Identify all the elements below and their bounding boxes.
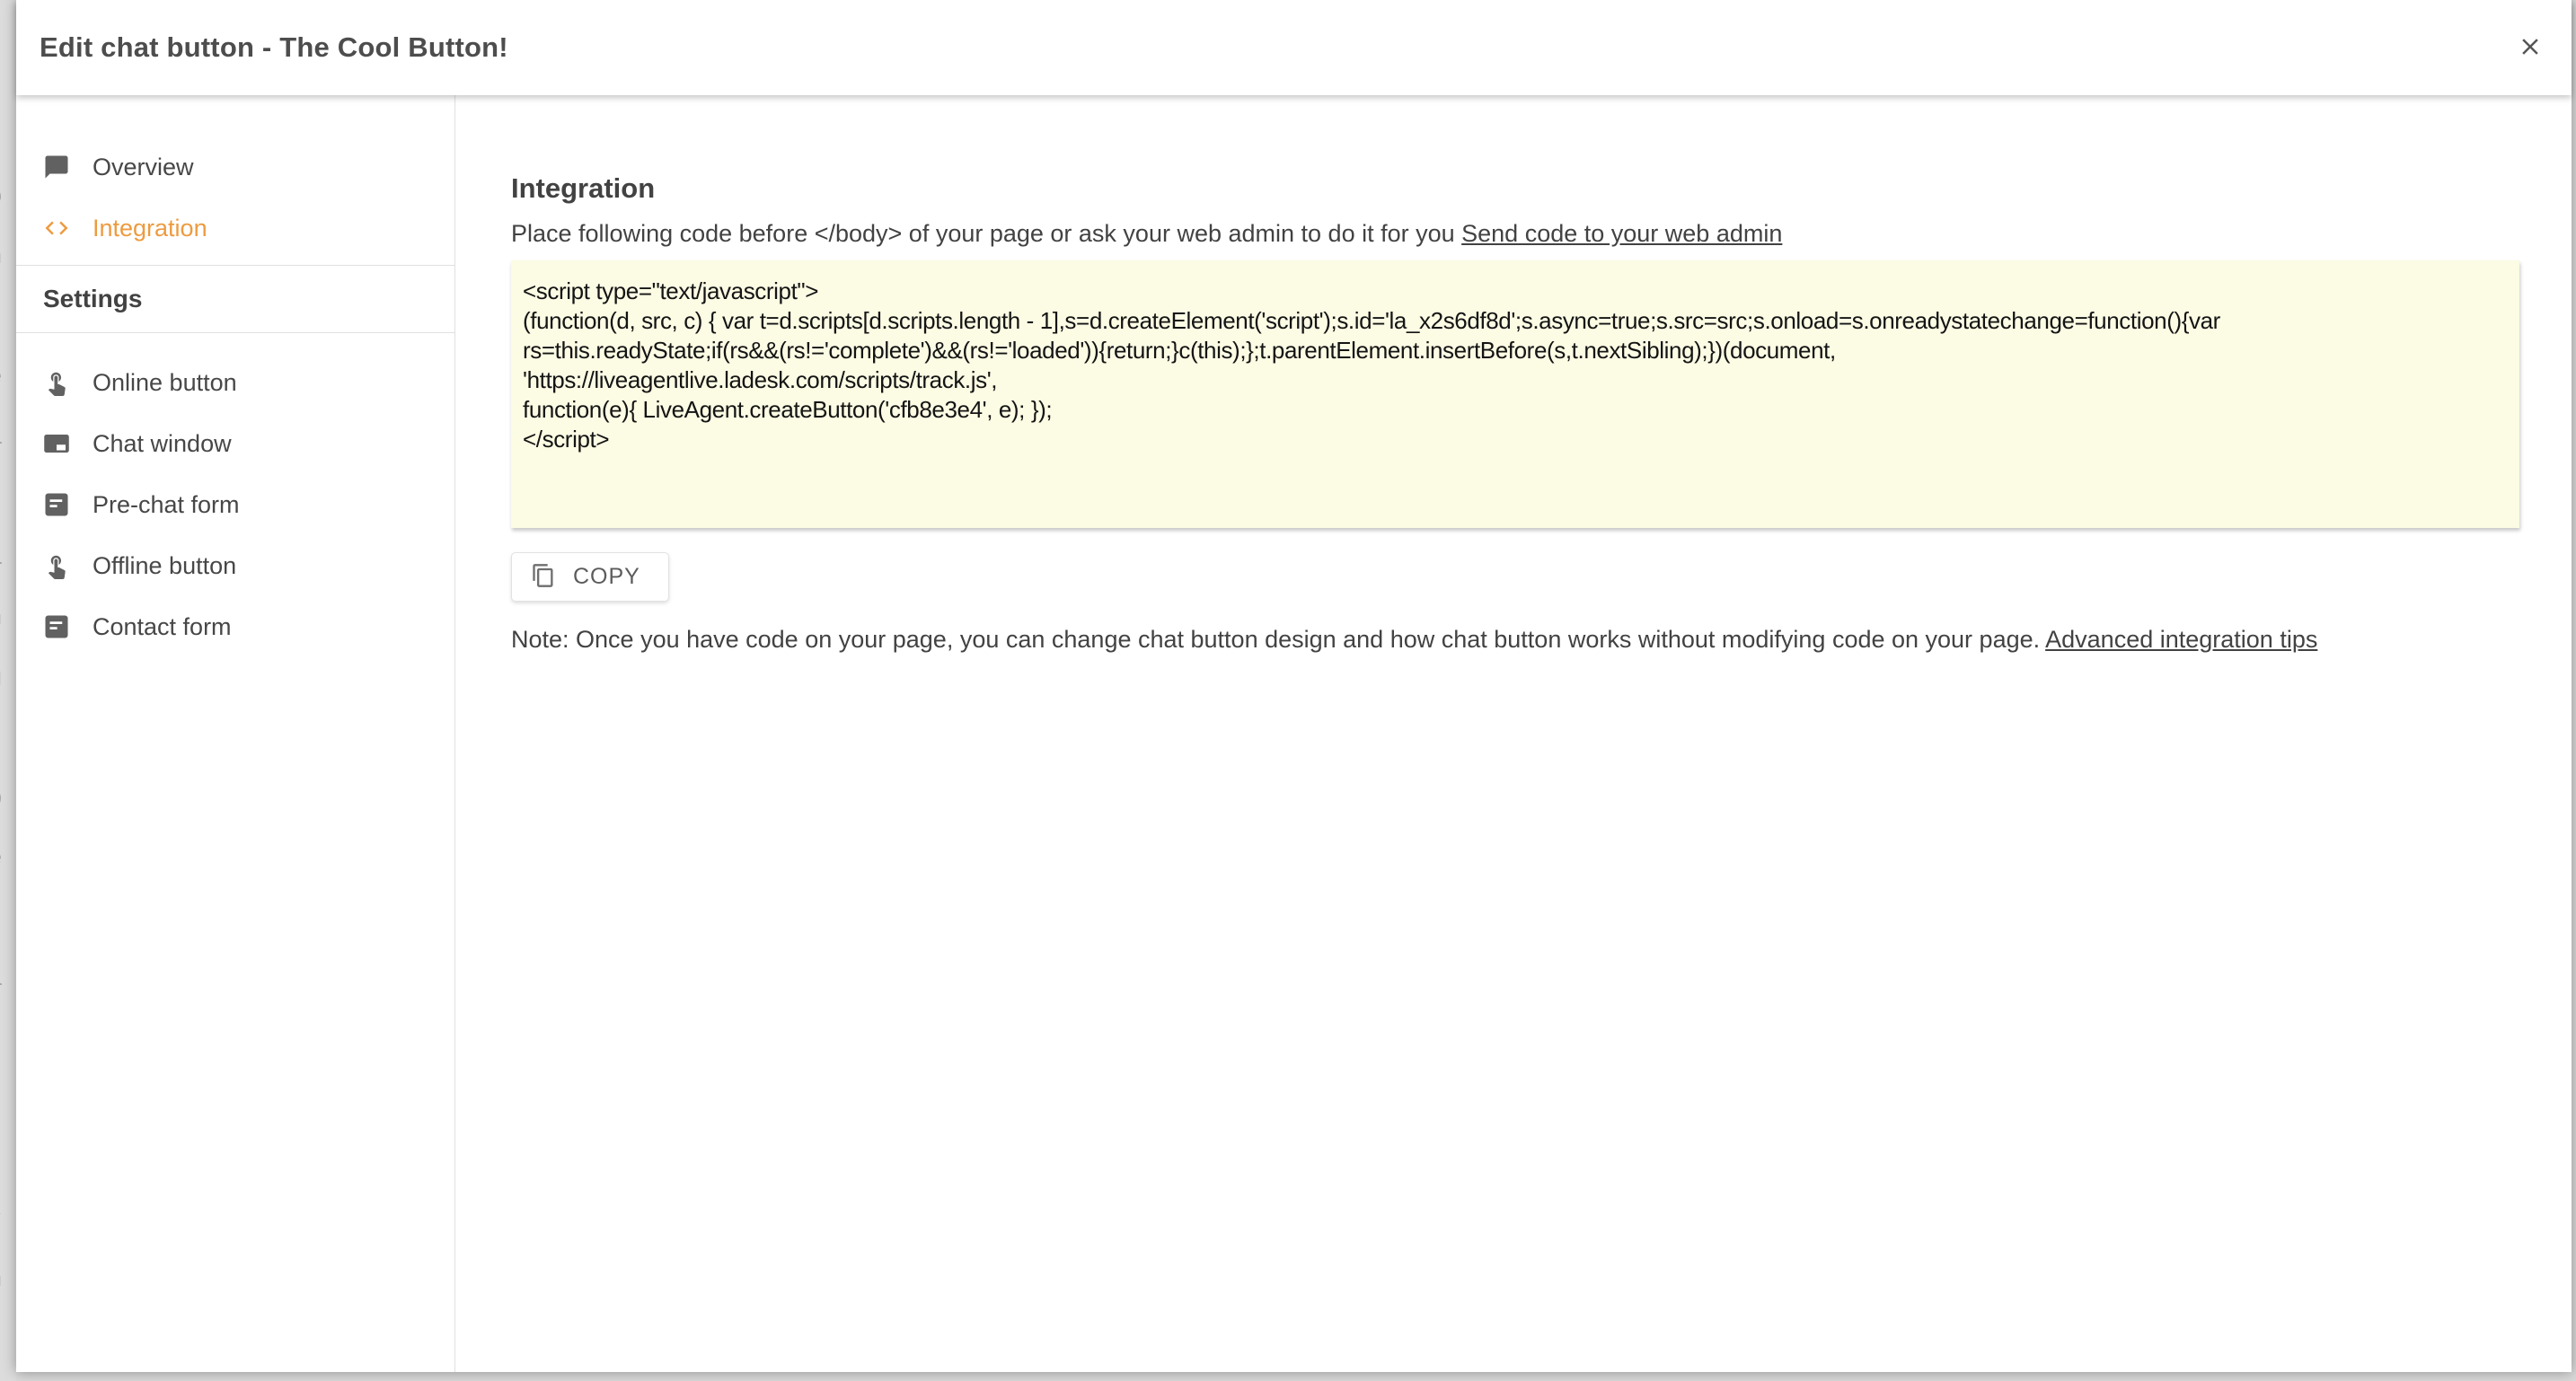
code-icon <box>43 215 70 242</box>
sidebar-item-label: Overview <box>93 154 194 181</box>
sidebar-item-chat-window[interactable]: Chat window <box>16 413 454 474</box>
sidebar-item-label: Chat window <box>93 430 232 458</box>
note-body: Note: Once you have code on your page, y… <box>511 626 2045 653</box>
copy-icon <box>531 563 573 591</box>
sidebar: Overview Integration Settings Onli <box>16 95 455 1372</box>
sidebar-item-integration[interactable]: Integration <box>16 198 454 259</box>
sidebar-item-offline-button[interactable]: Offline button <box>16 535 454 596</box>
touch-app-icon <box>43 552 70 579</box>
copy-button[interactable]: COPY <box>511 552 669 602</box>
sidebar-item-overview[interactable]: Overview <box>16 136 454 198</box>
sidebar-item-pre-chat-form[interactable]: Pre-chat form <box>16 474 454 535</box>
form-icon <box>43 491 70 518</box>
integration-panel: Integration Place following code before … <box>455 95 2572 1372</box>
sidebar-item-label: Contact form <box>93 613 232 641</box>
dialog-titlebar: Edit chat button - The Cool Button! <box>16 0 2572 95</box>
dialog-body: Overview Integration Settings Onli <box>16 95 2572 1372</box>
instruction-text: Place following code before </body> of y… <box>511 219 2572 248</box>
sidebar-item-online-button[interactable]: Online button <box>16 352 454 413</box>
sidebar-spacer <box>16 333 454 352</box>
note-text: Note: Once you have code on your page, y… <box>511 625 2572 654</box>
sidebar-item-label: Offline button <box>93 552 236 580</box>
screen: ronseatangsbecaltryn Edit chat button - … <box>0 0 2576 1381</box>
sidebar-item-label: Pre-chat form <box>93 491 240 519</box>
sidebar-item-label: Online button <box>93 369 237 397</box>
window-icon <box>43 430 70 457</box>
sidebar-item-contact-form[interactable]: Contact form <box>16 596 454 657</box>
edit-chat-button-dialog: Edit chat button - The Cool Button! Over… <box>16 0 2572 1372</box>
dialog-title: Edit chat button - The Cool Button! <box>40 31 508 64</box>
form-icon <box>43 613 70 640</box>
sidebar-section-settings: Settings <box>16 266 454 332</box>
close-button[interactable] <box>2510 28 2550 67</box>
integration-code-block[interactable]: <script type="text/javascript"> (functio… <box>511 260 2519 528</box>
close-icon <box>2517 33 2544 63</box>
touch-app-icon <box>43 369 70 396</box>
advanced-integration-tips-link[interactable]: Advanced integration tips <box>2045 626 2317 653</box>
copy-button-label: COPY <box>573 564 640 590</box>
instruction-body: Place following code before </body> of y… <box>511 220 1461 247</box>
backdrop-text-fragments: ronseatangsbecaltryn <box>0 0 16 1381</box>
sidebar-item-label: Integration <box>93 215 207 242</box>
chat-bubble-icon <box>43 154 70 180</box>
send-code-to-web-admin-link[interactable]: Send code to your web admin <box>1461 220 1782 247</box>
page-title: Integration <box>511 172 2572 205</box>
